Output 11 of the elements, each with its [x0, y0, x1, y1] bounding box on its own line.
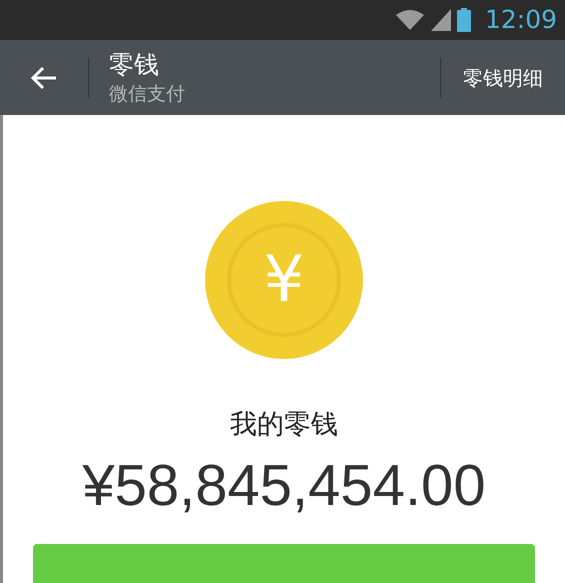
wifi-icon: [394, 9, 425, 31]
battery-icon: [456, 8, 471, 32]
status-time: 12:09: [484, 4, 557, 36]
page-subtitle: 微信支付: [109, 82, 186, 106]
yuan-symbol: ¥: [264, 248, 304, 312]
signal-icon: [430, 9, 451, 31]
details-link[interactable]: 零钱明细: [441, 40, 565, 115]
page-title: 零钱: [109, 48, 160, 80]
balance-label: 我的零钱: [230, 408, 338, 442]
balance-amount: ¥58,845,454.00: [82, 452, 486, 520]
back-arrow-icon: [30, 66, 58, 90]
